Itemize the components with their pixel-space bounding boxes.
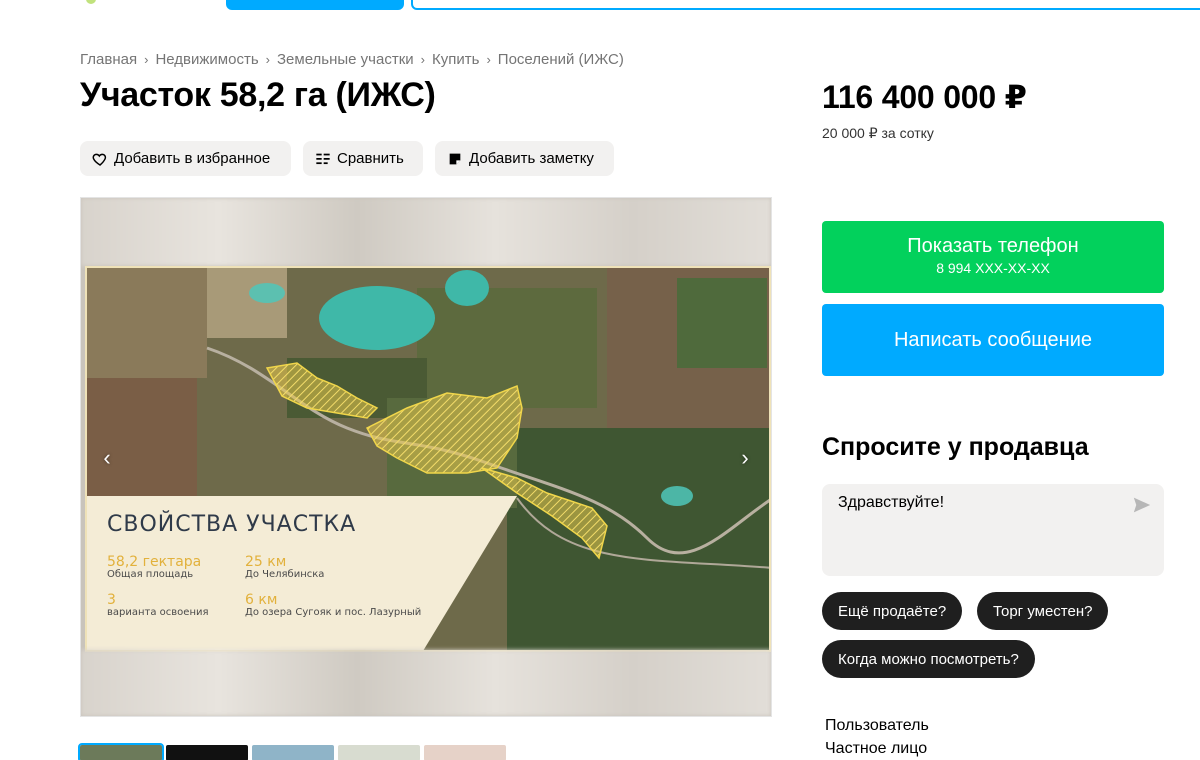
add-to-favorites-button[interactable]: Добавить в избранное: [80, 141, 291, 176]
heart-icon: [92, 153, 107, 166]
price-per-unit: 20 000 ₽ за сотку: [822, 125, 934, 141]
compare-label: Сравнить: [337, 150, 404, 167]
page-title: Участок 58,2 га (ИЖС): [80, 76, 436, 114]
quick-question-bargain[interactable]: Торг уместен?: [977, 592, 1109, 630]
prop-distance-lake-value: 6 км: [245, 592, 278, 608]
photo-gallery[interactable]: СВОЙСТВА УЧАСТКА 58,2 гектара Общая площ…: [80, 197, 772, 717]
write-message-button[interactable]: Написать сообщение: [822, 304, 1164, 376]
quick-question-viewing[interactable]: Когда можно посмотреть?: [822, 640, 1035, 678]
breadcrumb: Главная › Недвижимость › Земельные участ…: [80, 51, 624, 68]
breadcrumb-item-realty[interactable]: Недвижимость: [155, 51, 258, 68]
gallery-blur-bottom: [81, 650, 771, 716]
add-note-label: Добавить заметку: [469, 150, 594, 167]
thumbnail[interactable]: [166, 745, 248, 760]
header-action-button[interactable]: [226, 0, 404, 10]
prop-distance-city: 25 км До Челябинска: [245, 554, 324, 580]
thumbnail[interactable]: [338, 745, 420, 760]
header-search-input[interactable]: [411, 0, 1200, 10]
gallery-thumbnails: [78, 743, 506, 760]
prop-options: 3 варианта освоения: [107, 592, 209, 618]
prop-distance-city-value: 25 км: [245, 554, 287, 570]
breadcrumb-item-home[interactable]: Главная: [80, 51, 137, 68]
prop-area-value: 58,2 гектара: [107, 554, 202, 570]
show-phone-label: Показать телефон: [907, 235, 1079, 257]
show-phone-button[interactable]: Показать телефон 8 994 XXX-XX-XX: [822, 221, 1164, 293]
chevron-right-icon: ›: [420, 52, 425, 67]
note-icon: [449, 153, 461, 164]
prop-distance-city-label: До Челябинска: [245, 569, 325, 580]
breadcrumb-item-category[interactable]: Поселений (ИЖС): [498, 51, 624, 68]
listing-photo[interactable]: СВОЙСТВА УЧАСТКА 58,2 гектара Общая площ…: [85, 266, 771, 652]
prop-distance-lake-label: До озера Сугояк и пос. Лазурный: [245, 607, 422, 618]
site-logo[interactable]: [86, 0, 96, 4]
ask-seller-title: Спросите у продавца: [822, 433, 1089, 461]
chevron-right-icon: ›: [265, 52, 270, 67]
thumbnail[interactable]: [252, 745, 334, 760]
ask-message-input[interactable]: [838, 494, 1128, 564]
prop-area: 58,2 гектара Общая площадь: [107, 554, 201, 580]
add-note-button[interactable]: Добавить заметку: [435, 141, 614, 176]
ask-seller-box: [822, 484, 1164, 576]
gallery-prev-icon[interactable]: ‹: [97, 446, 117, 470]
chevron-right-icon: ›: [486, 52, 491, 67]
listing-actions: Добавить в избранное Сравнить Добавить з…: [80, 141, 614, 176]
breadcrumb-item-buy[interactable]: Купить: [432, 51, 479, 68]
chevron-right-icon: ›: [144, 52, 149, 67]
gallery-next-icon[interactable]: ›: [735, 446, 755, 470]
panel-title: СВОЙСТВА УЧАСТКА: [107, 512, 357, 537]
send-icon[interactable]: [1132, 496, 1152, 519]
prop-options-value: 3: [107, 592, 116, 608]
seller-label: Пользователь: [825, 717, 929, 734]
listing-price: 116 400 000 ₽: [822, 79, 1027, 115]
thumbnail[interactable]: [78, 743, 164, 760]
prop-area-label: Общая площадь: [107, 569, 194, 580]
phone-masked: 8 994 XXX-XX-XX: [936, 260, 1050, 276]
prop-distance-lake: 6 км До озера Сугояк и пос. Лазурный: [245, 592, 421, 618]
gallery-blur-top: [81, 198, 771, 266]
add-to-favorites-label: Добавить в избранное: [114, 150, 271, 167]
compare-icon: [316, 153, 330, 164]
prop-options-label: варианта освоения: [107, 607, 209, 618]
seller-type: Частное лицо: [825, 740, 928, 757]
thumbnail[interactable]: [424, 745, 506, 760]
breadcrumb-item-land[interactable]: Земельные участки: [277, 51, 414, 68]
quick-question-still-selling[interactable]: Ещё продаёте?: [822, 592, 963, 630]
compare-button[interactable]: Сравнить: [303, 141, 423, 176]
